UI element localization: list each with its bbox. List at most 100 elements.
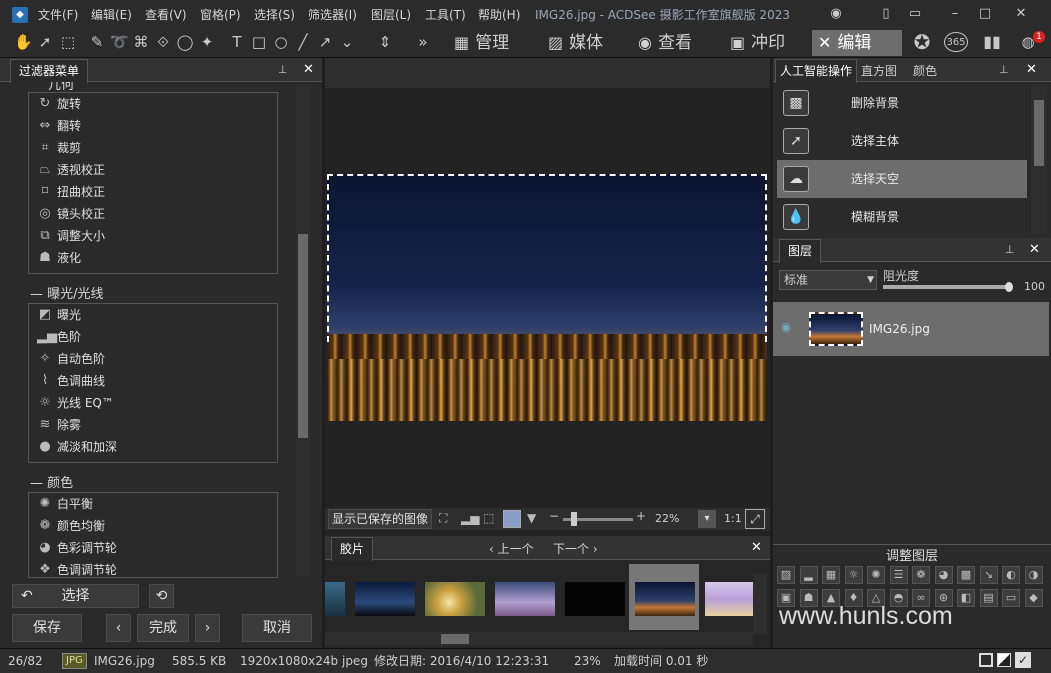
show-saved-button[interactable]: 显示已保存的图像 [328, 509, 432, 529]
filter-tone-curve[interactable]: ⌇ 色调曲线 [29, 370, 277, 392]
ai-scrollbar[interactable] [1031, 84, 1047, 234]
save-button[interactable]: 保存 [12, 614, 82, 642]
opacity-slider[interactable] [883, 282, 1013, 292]
menu-edit[interactable]: 编辑(E) [91, 6, 132, 23]
layout-left-icon[interactable]: ▯ [878, 6, 894, 22]
tab-histogram[interactable]: 直方图 [861, 62, 897, 79]
dashboard-icon[interactable]: ▮▮ [980, 32, 1004, 52]
account-icon[interactable]: ◉ [828, 6, 844, 22]
scrollbar-thumb[interactable] [298, 234, 308, 438]
thumbnail[interactable] [495, 582, 555, 616]
smart-select-icon[interactable]: ⟐ [154, 32, 172, 52]
view-box-icon[interactable] [979, 653, 993, 667]
close-panel-icon[interactable]: ✕ [1029, 242, 1040, 257]
color-wheel-icon[interactable]: ◕ [934, 566, 953, 584]
menu-help[interactable]: 帮助(H) [478, 6, 520, 23]
next-image-link[interactable]: 下一个 › [553, 540, 598, 557]
close-button[interactable]: ✕ [1013, 6, 1029, 22]
histogram-icon[interactable]: ▂▅ [461, 511, 479, 525]
magic-wand-icon[interactable]: ✦ [198, 32, 216, 52]
select-button[interactable]: ↶ 选择 [12, 584, 139, 608]
zoom-out-icon[interactable]: − [549, 509, 559, 523]
filter-tone-wheel[interactable]: ❖ 色调调节轮 [29, 559, 277, 577]
cancel-button[interactable]: 取消 [242, 614, 312, 642]
filter-distortion[interactable]: ⌑ 扭曲校正 [29, 181, 277, 203]
layout-bottom-icon[interactable]: ▭ [907, 6, 923, 22]
filter-dodge-burn[interactable]: ● 减淡和加深 [29, 436, 277, 458]
diamond-icon[interactable]: ◆ [1024, 589, 1043, 607]
menu-file[interactable]: 文件(F) [38, 6, 78, 23]
thumbnail[interactable] [355, 582, 415, 616]
tone-curve-icon[interactable]: ▦ [822, 566, 840, 584]
tab-ai-actions[interactable]: 人工智能操作 [775, 59, 858, 83]
tab-color[interactable]: 颜色 [913, 62, 937, 79]
dodge-icon[interactable]: ↘ [979, 566, 998, 584]
filter-crop[interactable]: ⌗ 裁剪 [29, 137, 277, 159]
zoom-in-icon[interactable]: + [636, 509, 646, 523]
brush-icon[interactable]: ✎ [88, 32, 106, 52]
menu-tools[interactable]: 工具(T) [425, 6, 466, 23]
overflow-icon[interactable]: » [414, 32, 432, 52]
filter-lens[interactable]: ◎ 镜头校正 [29, 203, 277, 225]
tab-filter-menu[interactable]: 过滤器菜单 [10, 59, 89, 83]
check-icon[interactable]: ✓ [1015, 652, 1031, 668]
ai-select-sky[interactable]: ☁ 选择天空 [777, 160, 1027, 198]
filter-color-wheel[interactable]: ◕ 色彩调节轮 [29, 537, 277, 559]
close-panel-icon[interactable]: ✕ [1026, 62, 1037, 77]
exposure-icon[interactable]: ▨ [777, 566, 795, 584]
exposure-group-title[interactable]: — 曝光/光线 [30, 283, 104, 302]
dropdown-icon[interactable]: ▼ [527, 511, 536, 525]
more-tools-icon[interactable]: ⌄ [338, 32, 356, 52]
prev-button[interactable]: ‹ [106, 614, 131, 642]
fullscreen-icon[interactable]: ⤢ [745, 509, 765, 529]
menu-layer[interactable]: 图层(L) [371, 6, 411, 23]
overlay-color-swatch[interactable] [503, 510, 521, 528]
next-button[interactable]: › [195, 614, 220, 642]
frame-icon[interactable]: ▭ [1002, 589, 1020, 607]
pin-icon[interactable]: ⊥ [999, 63, 1009, 76]
color-balance-icon[interactable]: ❁ [912, 566, 930, 584]
color-group-title[interactable]: — 颜色 [30, 472, 73, 491]
tab-layers[interactable]: 图层 [779, 239, 822, 263]
white-balance-icon[interactable]: ✺ [867, 566, 885, 584]
arrow-icon[interactable]: ↗ [316, 32, 334, 52]
layer-row[interactable]: ◉ IMG26.jpg [773, 302, 1049, 356]
filter-perspective[interactable]: ⏢ 透视校正 [29, 159, 277, 181]
transform-icon[interactable]: ⌘ [132, 32, 150, 52]
pin-icon[interactable]: ⊥ [278, 63, 288, 76]
prev-image-link[interactable]: ‹ 上一个 [489, 540, 534, 557]
saturation-icon[interactable]: ◑ [1024, 566, 1043, 584]
zoom-slider-thumb[interactable] [571, 512, 577, 526]
mode-print[interactable]: ▣ 冲印 [724, 30, 791, 56]
zoom-dropdown-icon[interactable]: ▾ [698, 510, 716, 528]
ai-select-subject[interactable]: ➚ 选择主体 [777, 122, 1027, 160]
filmstrip-hscroll[interactable] [325, 632, 753, 646]
history-button[interactable]: ⟲ [149, 584, 174, 608]
thumbnail[interactable] [705, 582, 753, 616]
actual-size-label[interactable]: 1:1 [724, 512, 742, 525]
filter-exposure[interactable]: ◩ 曝光 [29, 304, 277, 326]
ellipse-icon[interactable]: ○ [272, 32, 290, 52]
filter-liquify[interactable]: ☗ 液化 [29, 247, 277, 269]
maximize-button[interactable]: □ [977, 6, 993, 22]
filter-dehaze[interactable]: ≋ 除雾 [29, 414, 277, 436]
levels-icon[interactable]: ▂ [799, 566, 818, 584]
contrast-icon[interactable]: ◐ [1002, 566, 1020, 584]
compare-icon[interactable] [997, 653, 1011, 667]
people-icon[interactable]: ✪ [910, 32, 934, 52]
thumbnail[interactable] [565, 582, 625, 616]
close-panel-icon[interactable]: ✕ [303, 62, 314, 77]
menu-filter[interactable]: 筛选器(I) [308, 6, 357, 23]
rectangle-icon[interactable]: □ [250, 32, 268, 52]
done-button[interactable]: 完成 [137, 614, 189, 642]
filter-flip[interactable]: ⇔ 翻转 [29, 115, 277, 137]
filter-light-eq[interactable]: ☼ 光线 EQ™ [29, 392, 277, 414]
light-eq-icon[interactable]: ☼ [844, 566, 863, 584]
pin-icon[interactable]: ⊥ [1005, 243, 1015, 256]
filter-white-balance[interactable]: ✺ 白平衡 [29, 493, 277, 515]
menu-select[interactable]: 选择(S) [254, 6, 295, 23]
eye-icon[interactable]: ◉ [781, 320, 791, 334]
ai-remove-background[interactable]: ▩ 删除背景 [777, 84, 1027, 122]
filter-rotate[interactable]: ↻ 旋转 [29, 93, 277, 115]
hand-icon[interactable]: ✋ [14, 32, 33, 52]
